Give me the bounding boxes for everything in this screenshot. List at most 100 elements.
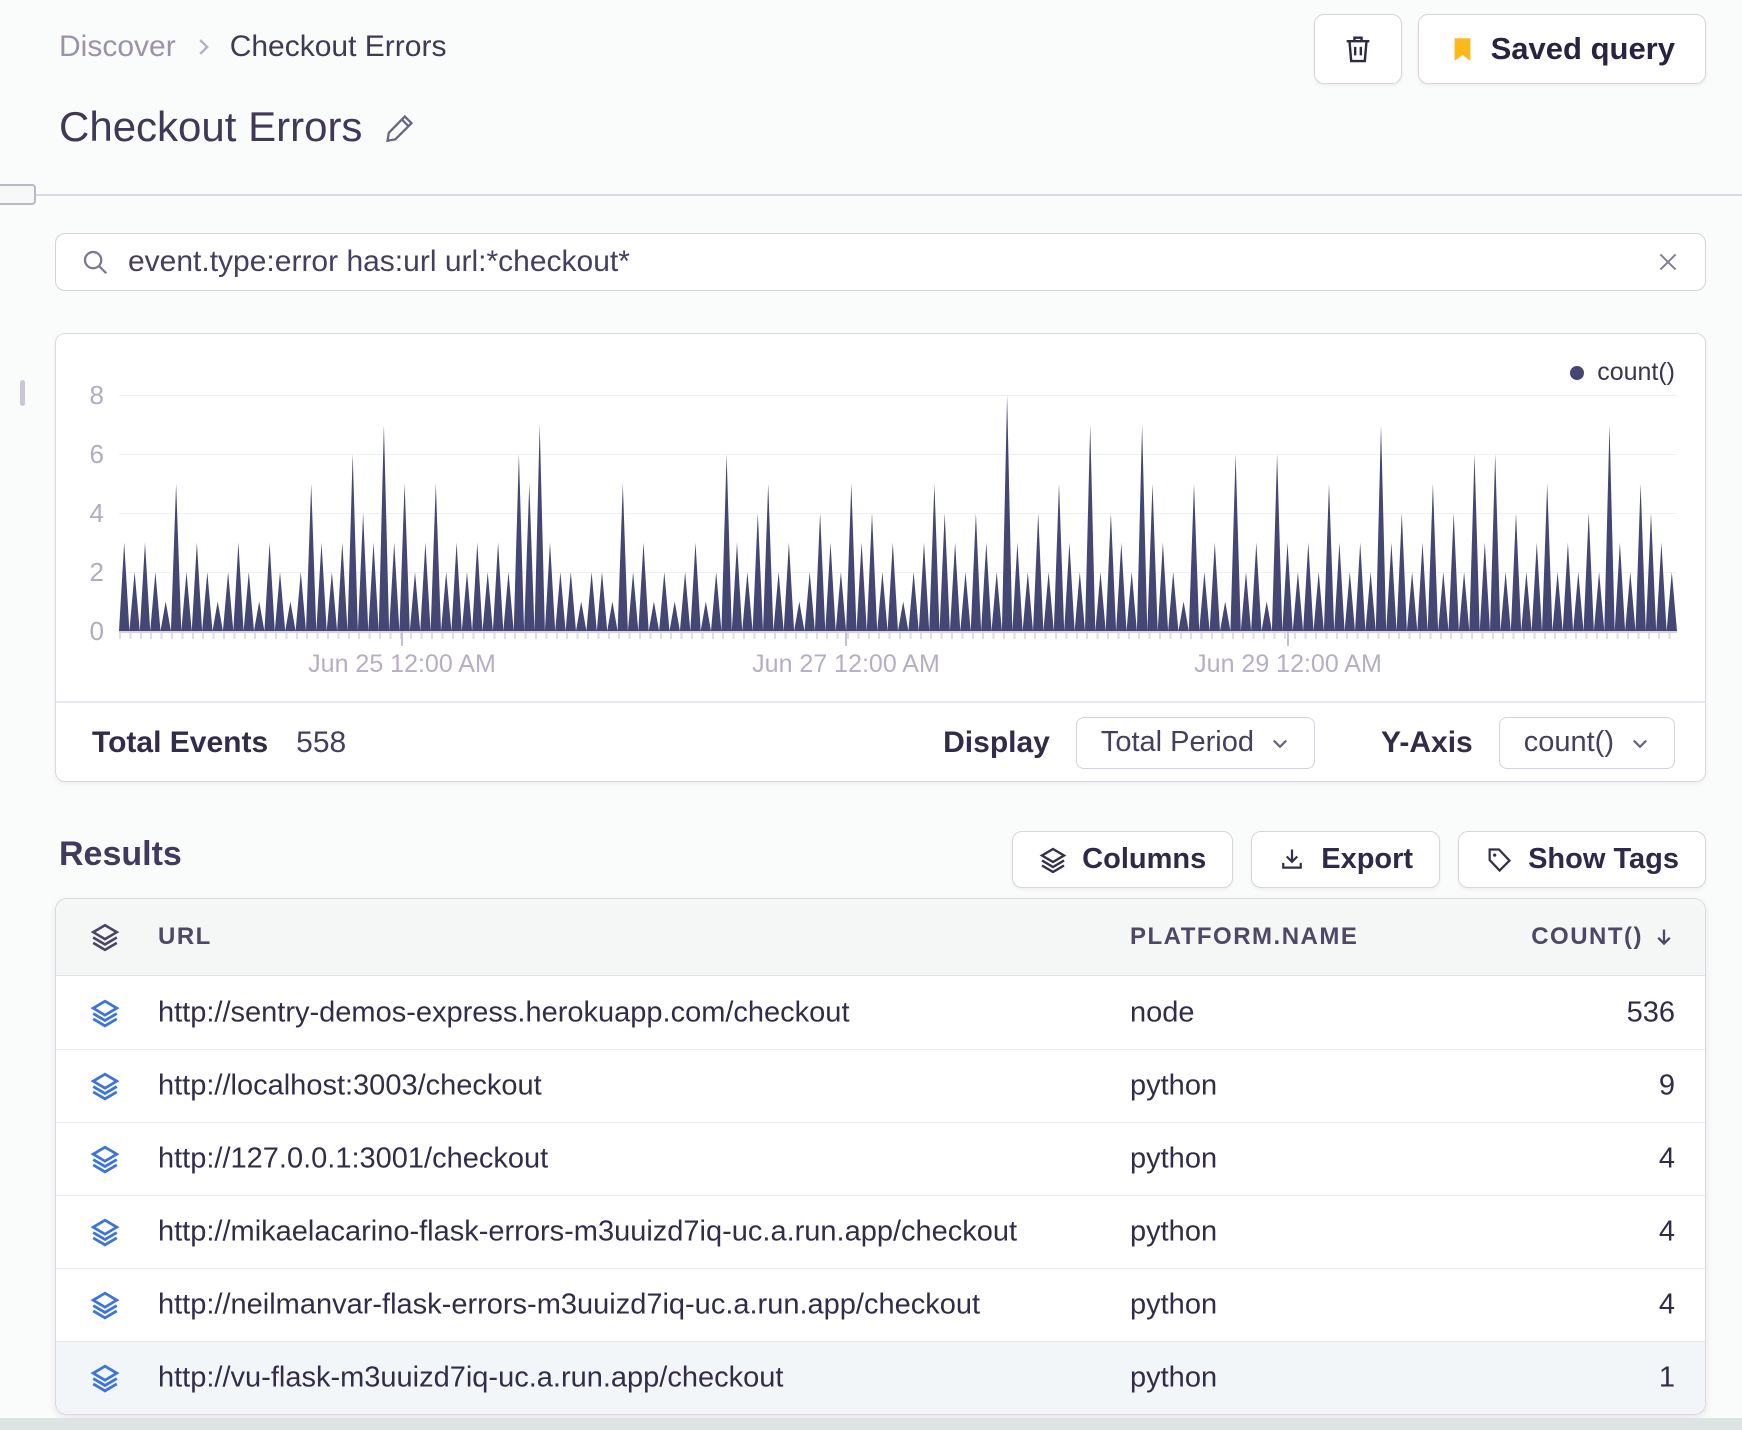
row-count: 9: [1658, 1069, 1675, 1102]
row-url[interactable]: http://mikaelacarino-flask-errors-m3uuiz…: [158, 1216, 1017, 1249]
total-events-value: 558: [296, 725, 347, 759]
row-url[interactable]: http://localhost:3003/checkout: [158, 1070, 542, 1103]
search-input[interactable]: [128, 245, 1637, 279]
chevron-down-icon: [1630, 733, 1650, 753]
yaxis-dropdown[interactable]: count(): [1498, 716, 1675, 769]
row-url[interactable]: http://sentry-demos-express.herokuapp.co…: [158, 996, 850, 1029]
layers-icon[interactable]: [90, 922, 120, 952]
tag-icon: [1485, 846, 1513, 874]
results-table: URL PLATFORM.NAME COUNT() http://sentry-…: [55, 898, 1706, 1415]
left-edge-handle[interactable]: [20, 380, 25, 406]
gridline-2: [119, 572, 1677, 573]
row-count: 536: [1626, 996, 1675, 1028]
row-url[interactable]: http://127.0.0.1:3001/checkout: [158, 1143, 548, 1176]
bookmark-icon: [1449, 36, 1476, 63]
saved-query-label: Saved query: [1490, 31, 1675, 66]
table-row[interactable]: http://mikaelacarino-flask-errors-m3uuiz…: [56, 1195, 1705, 1268]
row-url[interactable]: http://vu-flask-m3uuizd7iq-uc.a.run.app/…: [158, 1362, 783, 1395]
gridline-8: [119, 395, 1677, 396]
open-group-stack-icon[interactable]: [90, 1290, 120, 1320]
y-tick-0: 0: [89, 616, 104, 646]
row-platform: python: [1130, 1215, 1218, 1248]
search-icon: [80, 247, 110, 277]
yaxis-label: Y-Axis: [1381, 725, 1473, 759]
row-count: 4: [1658, 1215, 1675, 1248]
column-header-count[interactable]: COUNT(): [1531, 923, 1675, 951]
breadcrumb-current: Checkout Errors: [229, 30, 447, 63]
y-tick-8: 8: [89, 380, 104, 410]
table-row[interactable]: http://neilmanvar-flask-errors-m3uuizd7i…: [56, 1268, 1705, 1341]
table-row[interactable]: http://vu-flask-m3uuizd7iq-uc.a.run.app/…: [56, 1341, 1705, 1414]
results-heading: Results: [59, 835, 182, 873]
open-group-stack-icon[interactable]: [90, 998, 120, 1028]
chart-controls: Display Total Period Y-Axis count(): [943, 716, 1675, 769]
yaxis-value: count(): [1523, 726, 1614, 758]
search-bar[interactable]: [55, 233, 1706, 291]
delete-query-button[interactable]: [1313, 14, 1402, 84]
y-tick-2: 2: [89, 557, 104, 587]
row-platform: node: [1130, 996, 1195, 1028]
column-header-url[interactable]: URL: [158, 923, 212, 951]
x-major-tick-1: [401, 631, 403, 646]
x-major-tick-3: [1287, 631, 1289, 646]
column-header-platform[interactable]: PLATFORM.NAME: [1130, 923, 1358, 951]
download-icon: [1278, 846, 1306, 874]
table-header: URL PLATFORM.NAME COUNT(): [56, 899, 1705, 976]
header-actions: Saved query: [1313, 14, 1706, 84]
display-label: Display: [943, 725, 1050, 759]
chart-legend[interactable]: count(): [1570, 358, 1675, 387]
trash-icon: [1341, 32, 1375, 66]
page-title: Checkout Errors: [59, 103, 363, 150]
gridline-4: [119, 513, 1677, 514]
open-group-stack-icon[interactable]: [90, 1217, 120, 1247]
row-platform: python: [1130, 1142, 1218, 1175]
chevron-down-icon: [1270, 733, 1290, 753]
header-divider: [0, 194, 1742, 196]
edit-title-pencil-icon[interactable]: [384, 110, 418, 144]
legend-dot-icon: [1570, 365, 1585, 380]
x-axis-minor-ticks: [119, 633, 1677, 639]
table-row[interactable]: http://localhost:3003/checkout python 9: [56, 1049, 1705, 1122]
table-body: http://sentry-demos-express.herokuapp.co…: [56, 976, 1705, 1414]
row-url[interactable]: http://neilmanvar-flask-errors-m3uuizd7i…: [158, 1289, 980, 1322]
table-row[interactable]: http://127.0.0.1:3001/checkout python 4: [56, 1122, 1705, 1195]
clear-search-icon[interactable]: [1655, 249, 1681, 275]
breadcrumb-discover[interactable]: Discover: [59, 30, 176, 64]
total-events-label: Total Events: [92, 725, 269, 759]
layers-icon: [1039, 846, 1067, 874]
row-count: 1: [1658, 1361, 1675, 1394]
chart-footer: Total Events 558 Display Total Period Y-…: [56, 702, 1705, 783]
gridline-6: [119, 454, 1677, 455]
x-tick-label-1: Jun 25 12:00 AM: [308, 650, 496, 678]
columns-label: Columns: [1082, 843, 1207, 875]
export-label: Export: [1321, 843, 1414, 875]
show-tags-label: Show Tags: [1528, 843, 1679, 875]
page-title-row: Checkout Errors: [59, 103, 418, 151]
legend-label: count(): [1597, 358, 1675, 386]
bottom-strip: [0, 1418, 1742, 1430]
row-count: 4: [1658, 1288, 1675, 1321]
sidebar-collapse-tab[interactable]: [0, 184, 36, 205]
row-platform: python: [1130, 1288, 1218, 1321]
export-button[interactable]: Export: [1251, 831, 1441, 888]
breadcrumb: Discover Checkout Errors: [59, 30, 446, 64]
open-group-stack-icon[interactable]: [90, 1071, 120, 1101]
table-row[interactable]: http://sentry-demos-express.herokuapp.co…: [56, 976, 1705, 1049]
x-tick-label-2: Jun 27 12:00 AM: [752, 650, 940, 678]
display-dropdown[interactable]: Total Period: [1075, 716, 1316, 769]
open-group-stack-icon[interactable]: [90, 1144, 120, 1174]
row-platform: python: [1130, 1361, 1218, 1394]
saved-query-button[interactable]: Saved query: [1417, 14, 1706, 84]
columns-button[interactable]: Columns: [1012, 831, 1234, 888]
x-major-tick-2: [845, 631, 847, 646]
display-value: Total Period: [1100, 726, 1255, 758]
row-count: 4: [1658, 1142, 1675, 1175]
y-tick-4: 4: [89, 498, 104, 528]
y-tick-6: 6: [89, 439, 104, 469]
open-group-stack-icon[interactable]: [90, 1363, 120, 1393]
chart-panel: count() 8 6 4 2 0 Jun 25 12:00 AM Jun 27…: [55, 333, 1706, 782]
chevron-right-icon: [192, 36, 214, 58]
show-tags-button[interactable]: Show Tags: [1458, 831, 1706, 888]
row-platform: python: [1130, 1069, 1218, 1102]
results-actions: Columns Export Show Tags: [1012, 831, 1706, 888]
